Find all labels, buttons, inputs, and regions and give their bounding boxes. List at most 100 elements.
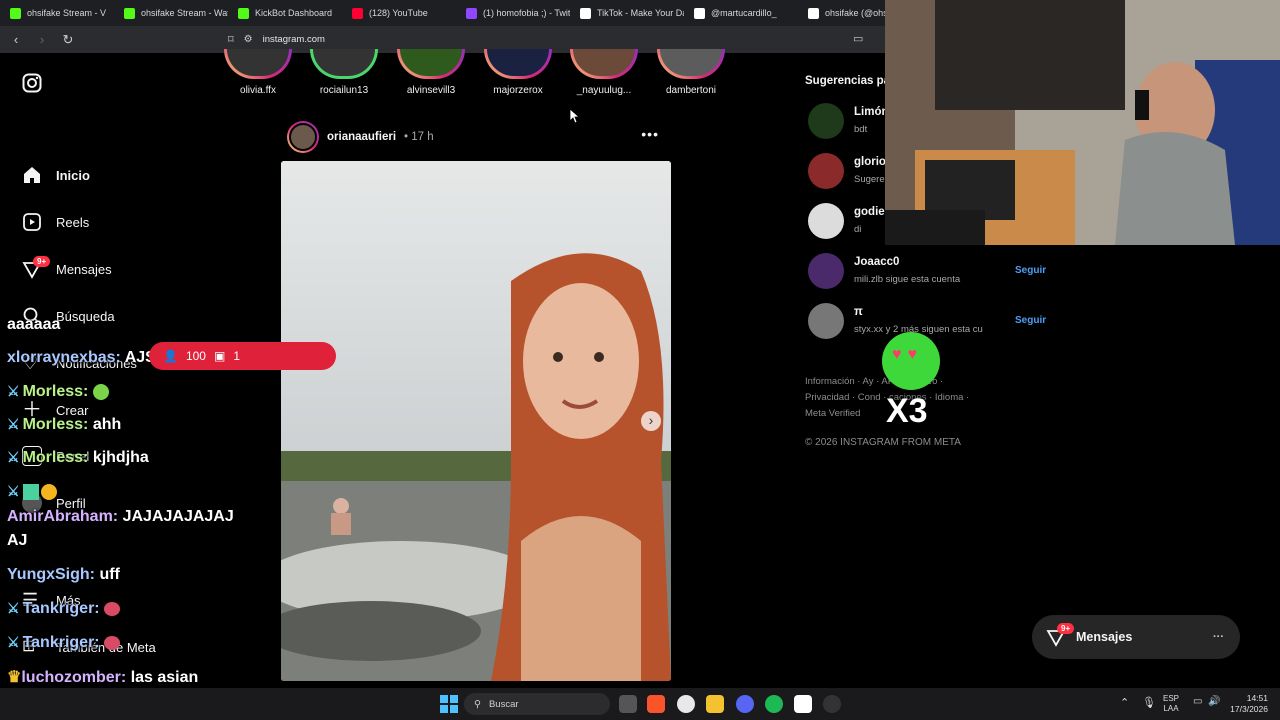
avatar[interactable] (808, 253, 844, 289)
windows-taskbar: ⚲ Buscar ⌃ 🎙 ESP LAA ▭ 🔊 14:51 17/3/2026 (0, 688, 1280, 720)
reload-icon[interactable]: ↻ (58, 32, 78, 48)
post-header: orianaaufieri • 17 h ••• (287, 120, 671, 154)
stories-row: olivia.ffx rociailun13 alvinsevill3 majo… (215, 49, 745, 98)
browser-tab-4[interactable]: (128) YouTube (342, 0, 456, 26)
chevron-up-icon[interactable]: ⌃ (1120, 696, 1129, 709)
back-icon[interactable]: ‹ (6, 32, 26, 47)
brave-browser-icon[interactable] (647, 695, 665, 713)
file-explorer-icon[interactable] (706, 695, 724, 713)
app-icon[interactable] (794, 695, 812, 713)
chat-message: ⚔ Tankriger: (7, 600, 121, 618)
emote-icon (104, 635, 121, 650)
more-options-icon[interactable]: ··· (1213, 631, 1224, 643)
kick-icon (10, 7, 21, 19)
browser-tab-7[interactable]: @martucardillo_ (684, 0, 798, 26)
chat-message: AmirAbraham: JAJAJAJAJAJ (7, 508, 234, 525)
avatar[interactable] (808, 153, 844, 189)
story-item[interactable]: _nayuulug... (565, 49, 643, 96)
post-username[interactable]: orianaaufieri (327, 131, 396, 143)
more-options-icon[interactable]: ••• (641, 126, 659, 142)
emote-icon (92, 383, 109, 400)
sword-icon: ⚔ (7, 483, 20, 499)
story-item[interactable]: dambertoni (652, 49, 730, 96)
post-time: • 17 h (404, 131, 434, 143)
spotify-icon[interactable] (765, 695, 783, 713)
twitch-icon (466, 7, 477, 19)
tiktok-icon (808, 7, 819, 19)
chat-message: ⚔ (7, 483, 57, 501)
home-icon (24, 167, 40, 183)
chat-message: ⚔ Morless: (7, 383, 109, 401)
next-arrow-icon[interactable]: › (641, 411, 661, 431)
story-item[interactable]: alvinsevill3 (392, 49, 470, 96)
task-view-icon[interactable] (619, 695, 637, 713)
chat-message: ⚔ Morless: kjhdjha (7, 449, 149, 466)
browser-tab-6[interactable]: TikTok - Make Your Da (570, 0, 684, 26)
instagram-icon (22, 73, 42, 93)
system-clock[interactable]: 14:51 17/3/2026 (1230, 693, 1268, 715)
sidebar-item-reels[interactable]: Reels (22, 212, 89, 232)
messages-float-button[interactable]: Mensajes ··· (1032, 615, 1240, 659)
follow-button[interactable]: Seguir (1015, 265, 1046, 276)
tiktok-icon (694, 7, 705, 19)
avatar[interactable] (808, 103, 844, 139)
kick-icon (238, 7, 249, 19)
heart-eyes-icon: ♥♥ (892, 346, 923, 363)
copyright: © 2026 INSTAGRAM FROM META (805, 437, 961, 448)
volume-icon[interactable]: 🔊 (1208, 696, 1220, 707)
sword-icon: ⚔ (7, 383, 20, 399)
app-icon[interactable] (823, 695, 841, 713)
mouse-cursor-icon (570, 109, 580, 123)
language-indicator[interactable]: ESP LAA (1163, 694, 1179, 714)
story-item[interactable]: olivia.ffx (219, 49, 297, 96)
address-bar[interactable]: ⌑ ⚙ instagram.com (222, 30, 892, 49)
cast-icon[interactable]: ▭ (853, 32, 863, 45)
sword-icon: ⚔ (7, 634, 20, 650)
search-icon: ⚲ (474, 698, 481, 710)
notification-badge: 9+ (33, 256, 51, 267)
discord-icon[interactable] (736, 695, 754, 713)
avatar[interactable] (808, 303, 844, 339)
chat-message: ⚔ Morless: ahh (7, 416, 122, 433)
chat-message: ⚔ Tankriger: (7, 634, 121, 652)
avatar[interactable] (808, 203, 844, 239)
story-item[interactable]: rociailun13 (305, 49, 383, 96)
suggestions-title: Sugerencias pa (805, 75, 891, 87)
story-item[interactable]: majorzerox (479, 49, 557, 96)
coin-icon (40, 483, 57, 500)
taskbar-search[interactable]: ⚲ Buscar (464, 693, 610, 715)
post-photo (281, 161, 671, 681)
webcam-overlay (885, 0, 1280, 245)
sword-icon: ⚔ (7, 449, 20, 465)
bookmark-icon[interactable]: ⌑ (228, 33, 234, 46)
url-text[interactable]: instagram.com (263, 34, 325, 45)
notification-badge: 9+ (1057, 623, 1075, 634)
chat-message: aaaaaa (7, 316, 61, 333)
forward-icon[interactable]: › (32, 32, 52, 47)
obs-icon[interactable] (677, 695, 695, 713)
chat-message: YungxSigh: uff (7, 566, 120, 583)
webcam-feed (885, 0, 1280, 245)
instagram-logo[interactable] (22, 73, 42, 93)
browser-tab-1[interactable]: ohsifake Stream - V (0, 0, 114, 26)
tiktok-icon (580, 7, 591, 19)
sword-icon: ⚔ (7, 416, 20, 432)
emote-icon (104, 601, 121, 616)
browser-tab-3[interactable]: KickBot Dashboard (228, 0, 342, 26)
site-info-icon[interactable]: ⚙ (244, 34, 253, 45)
viewer-count-pill: 👤 100 ▣ 1 (149, 342, 336, 370)
post-image[interactable]: › (281, 161, 671, 681)
display-icon[interactable]: ▭ (1193, 696, 1202, 707)
suggestion-item[interactable]: Joaacc0 mili.zlb sigue esta cuenta Segui… (805, 253, 1046, 293)
browser-tab-2[interactable]: ohsifake Stream - Wat (114, 0, 228, 26)
emote-overlay: ♥♥ X3 (878, 332, 946, 432)
post-avatar[interactable] (287, 121, 319, 153)
microphone-icon[interactable]: 🎙 (1142, 696, 1156, 709)
reels-icon (23, 213, 41, 231)
windows-start-icon[interactable] (440, 695, 458, 713)
viewers-icon: 👤 (163, 349, 178, 363)
browser-tab-5[interactable]: (1) homofobia ;) - Twit (456, 0, 570, 26)
sidebar-item-inicio[interactable]: Inicio (22, 165, 90, 185)
follow-button[interactable]: Seguir (1015, 315, 1046, 326)
crown-icon: ♛ (7, 669, 22, 686)
